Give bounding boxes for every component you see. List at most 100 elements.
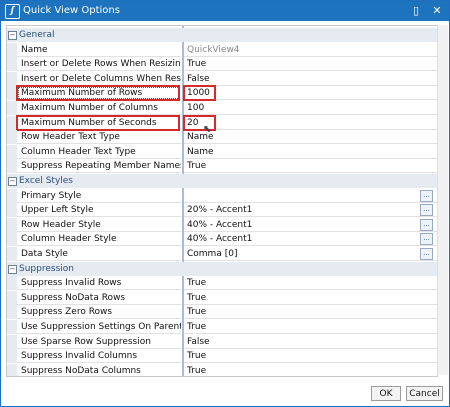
property-name[interactable]: Column Header Style xyxy=(17,232,181,247)
property-value[interactable]: 20 xyxy=(184,116,437,130)
property-row[interactable]: Suppress NoData Rows True xyxy=(7,290,437,305)
property-name[interactable]: Use Sparse Row Suppression xyxy=(17,335,181,349)
property-row[interactable]: Suppress Invalid Rows True xyxy=(7,276,437,291)
property-name[interactable]: Row Header Text Type xyxy=(17,130,181,145)
property-name[interactable]: Suppress NoData Rows xyxy=(17,291,181,305)
property-row[interactable]: Suppress NoData Columns True xyxy=(7,363,437,376)
row-gutter xyxy=(7,42,17,57)
property-name[interactable]: Suppress Invalid Columns xyxy=(17,349,181,364)
property-name[interactable]: Column Header Text Type xyxy=(17,145,181,159)
property-value[interactable]: 40% - Accent1 xyxy=(184,218,437,232)
quick-view-options-dialog: ʃ Quick View Options ▯ ✕ − General Name Qui… xyxy=(0,0,450,407)
ellipsis-button[interactable]: ... xyxy=(420,233,433,246)
clipboard-icon[interactable]: ▯ xyxy=(408,3,424,19)
property-row[interactable]: Name QuickView4 xyxy=(7,42,437,57)
ellipsis-button[interactable]: ... xyxy=(420,189,433,202)
cancel-button[interactable]: Cancel xyxy=(406,386,443,401)
category-excel-styles[interactable]: − Excel Styles xyxy=(7,174,437,188)
window-title: Quick View Options xyxy=(23,5,120,16)
title-bar: ʃ Quick View Options ▯ ✕ xyxy=(1,1,449,21)
property-value[interactable]: False xyxy=(184,72,437,86)
property-name[interactable]: Row Header Style xyxy=(17,218,181,232)
property-name[interactable]: Name xyxy=(17,43,181,57)
property-value[interactable]: True xyxy=(184,305,437,320)
property-row[interactable]: Column Header Text Type Name xyxy=(7,144,437,159)
app-logo-icon: ʃ xyxy=(5,4,20,19)
property-value[interactable]: True xyxy=(184,276,437,291)
category-suppression[interactable]: − Suppression xyxy=(7,261,437,276)
property-value[interactable]: True xyxy=(184,349,437,364)
property-name[interactable]: Suppress Invalid Rows xyxy=(17,276,181,291)
property-name[interactable]: Primary Style xyxy=(17,189,181,203)
property-row[interactable]: Maximum Number of Rows 1000 xyxy=(7,85,437,102)
close-icon[interactable]: ✕ xyxy=(429,3,445,19)
property-row[interactable]: Use Sparse Row Suppression False xyxy=(7,334,437,349)
row-gutter xyxy=(7,188,17,203)
property-name[interactable]: Suppress Zero Rows xyxy=(17,305,181,320)
property-value[interactable] xyxy=(184,189,437,203)
property-row[interactable]: Row Header Text Type Name xyxy=(7,130,437,145)
property-value[interactable]: Comma [0] xyxy=(184,247,437,261)
row-gutter xyxy=(7,144,17,159)
collapse-toggle-icon[interactable]: − xyxy=(8,31,17,40)
property-name[interactable]: Use Suppression Settings On Parent Rows xyxy=(17,320,181,334)
property-row[interactable]: Insert or Delete Columns When Resizing C… xyxy=(7,71,437,86)
property-value[interactable]: True xyxy=(184,57,437,72)
property-name[interactable]: Suppress Repeating Member Names xyxy=(17,159,181,174)
row-gutter xyxy=(7,130,17,145)
ellipsis-button[interactable]: ... xyxy=(420,218,433,231)
row-gutter xyxy=(7,159,17,174)
property-value[interactable]: True xyxy=(184,159,437,174)
highlight-box-value xyxy=(183,85,216,102)
property-value[interactable]: 1000 xyxy=(184,86,437,101)
row-gutter xyxy=(7,203,17,218)
row-gutter xyxy=(7,320,17,334)
property-row[interactable]: Primary Style... xyxy=(7,188,437,203)
property-row[interactable]: Use Suppression Settings On Parent RowsT… xyxy=(7,320,437,334)
property-value[interactable]: False xyxy=(184,335,437,349)
property-row[interactable]: Row Header Style 40% - Accent1... xyxy=(7,217,437,232)
property-row[interactable]: Suppress Zero Rows True xyxy=(7,305,437,320)
ellipsis-button[interactable]: ... xyxy=(420,248,433,260)
property-row[interactable]: Maximum Number of Columns 100 xyxy=(7,101,437,115)
mouse-cursor-icon: ⬉ xyxy=(203,124,212,135)
property-value[interactable]: Name xyxy=(184,145,437,159)
property-value[interactable]: True xyxy=(184,364,437,376)
property-row[interactable]: Suppress Invalid Columns True xyxy=(7,349,437,364)
row-gutter xyxy=(7,349,17,364)
property-value[interactable]: 20% - Accent1 xyxy=(184,203,437,218)
property-row[interactable]: Upper Left Style 20% - Accent1... xyxy=(7,203,437,218)
ok-button[interactable]: OK xyxy=(371,386,401,401)
row-gutter xyxy=(7,363,17,376)
property-value[interactable]: 40% - Accent1 xyxy=(184,232,437,247)
property-name[interactable]: Suppress NoData Columns xyxy=(17,364,181,376)
property-row[interactable]: Column Header Style 40% - Accent1... xyxy=(7,232,437,247)
property-row[interactable]: Maximum Number of Seconds 20 xyxy=(7,114,437,131)
property-value[interactable]: 100 xyxy=(184,101,437,115)
property-name[interactable]: Upper Left Style xyxy=(17,203,181,218)
property-row[interactable]: Suppress Repeating Member Names True xyxy=(7,159,437,174)
vertical-scrollbar[interactable] xyxy=(437,25,448,375)
row-gutter xyxy=(7,290,17,305)
ellipsis-button[interactable]: ... xyxy=(420,204,433,217)
property-row[interactable]: Data Style Comma [0]... xyxy=(7,247,437,261)
property-name[interactable]: Insert or Delete Rows When Resizing Cube… xyxy=(17,57,181,72)
property-row[interactable]: Insert or Delete Rows When Resizing Cube… xyxy=(7,57,437,72)
property-name[interactable]: Data Style xyxy=(17,247,181,261)
row-gutter xyxy=(7,247,17,261)
row-gutter xyxy=(7,217,17,232)
property-name[interactable]: Maximum Number of Columns xyxy=(17,101,181,115)
property-value[interactable]: True xyxy=(184,291,437,305)
highlight-box-name xyxy=(16,85,180,102)
property-value[interactable]: True xyxy=(184,320,437,334)
collapse-toggle-icon[interactable]: − xyxy=(8,177,17,186)
property-name[interactable]: Insert or Delete Columns When Resizing C… xyxy=(17,72,181,86)
category-general[interactable]: − General xyxy=(7,28,437,42)
row-gutter xyxy=(7,305,17,320)
row-gutter xyxy=(7,71,17,86)
property-value[interactable]: Name xyxy=(184,130,437,145)
category-label: Excel Styles xyxy=(19,176,73,186)
property-value[interactable]: QuickView4 xyxy=(184,43,437,57)
collapse-toggle-icon[interactable]: − xyxy=(8,264,17,274)
row-gutter xyxy=(7,232,17,247)
